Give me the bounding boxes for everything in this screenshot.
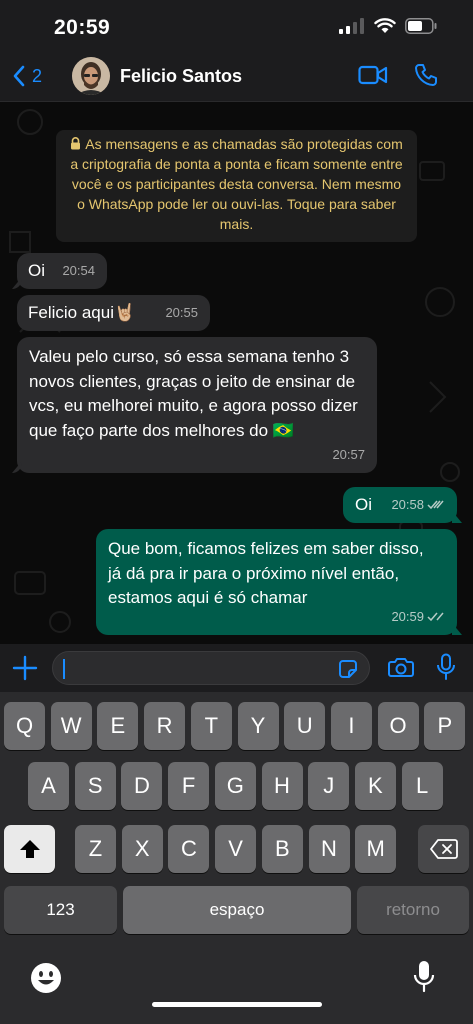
keyboard: QWERTYUIOP ASDFGHJKL ZXCVBNM 123 espaço …: [0, 692, 473, 1024]
emoji-icon: [31, 963, 61, 993]
space-key[interactable]: espaço: [123, 886, 351, 934]
key-r[interactable]: R: [144, 702, 186, 750]
avatar-photo-icon: [72, 57, 110, 95]
text-caret: [63, 659, 65, 679]
message-incoming[interactable]: Valeu pelo curso, só essa semana tenho 3…: [12, 337, 377, 473]
microphone-icon: [413, 961, 435, 993]
key-w[interactable]: W: [50, 702, 92, 750]
delete-key[interactable]: [418, 825, 469, 873]
attach-button[interactable]: [12, 655, 38, 686]
key-z[interactable]: Z: [75, 825, 116, 873]
key-p[interactable]: P: [424, 702, 466, 750]
camera-icon: [388, 658, 414, 677]
key-x[interactable]: X: [121, 825, 163, 873]
encryption-notice[interactable]: As mensagens e as chamadas são protegida…: [56, 130, 417, 242]
key-c[interactable]: C: [168, 825, 210, 873]
key-y[interactable]: Y: [237, 702, 279, 750]
key-k[interactable]: K: [354, 762, 396, 810]
back-button[interactable]: 2: [12, 64, 42, 88]
key-b[interactable]: B: [261, 825, 303, 873]
message-input-bar: [0, 644, 473, 692]
key-q[interactable]: Q: [4, 702, 45, 750]
message-input[interactable]: [52, 651, 370, 685]
key-v[interactable]: V: [215, 825, 257, 873]
key-i[interactable]: I: [330, 702, 372, 750]
key-h[interactable]: H: [261, 762, 303, 810]
message-outgoing[interactable]: Oi 20:58: [343, 487, 462, 523]
sticker-icon: [339, 660, 357, 678]
status-time: 20:59: [54, 16, 111, 39]
home-indicator: [152, 1002, 322, 1007]
double-check-icon: [427, 612, 444, 621]
chevron-left-icon: [13, 65, 25, 87]
message-time: 20:57: [332, 446, 365, 462]
message-time-with-status: 20:58: [391, 493, 445, 518]
plus-icon: [12, 655, 38, 681]
video-call-button[interactable]: [358, 64, 388, 91]
message-outgoing[interactable]: Que bom, ficamos felizes em saber disso,…: [96, 529, 462, 635]
voice-message-button[interactable]: [436, 653, 456, 686]
message-text: Oi: [355, 495, 372, 514]
message-text: Que bom, ficamos felizes em saber disso,…: [108, 539, 424, 607]
return-key[interactable]: retorno: [357, 886, 469, 934]
shift-arrow-icon: [19, 840, 40, 858]
video-camera-icon: [358, 65, 388, 85]
contact-name[interactable]: Felicio Santos: [120, 66, 242, 87]
avatar[interactable]: [72, 57, 110, 95]
message-time-with-status: 20:59: [391, 605, 445, 630]
key-g[interactable]: G: [214, 762, 256, 810]
message-text: Valeu pelo curso, só essa semana tenho 3…: [29, 347, 358, 440]
message-time: 20:59: [391, 608, 424, 624]
unread-count: 2: [32, 65, 43, 86]
phone-icon: [415, 64, 437, 86]
key-n[interactable]: N: [308, 825, 350, 873]
double-check-icon: [427, 500, 444, 509]
key-s[interactable]: S: [74, 762, 116, 810]
status-bar: 20:59: [0, 0, 473, 52]
wifi-icon: [374, 18, 396, 33]
chat-header: 2 Felicio Santos: [0, 52, 473, 102]
battery-icon: [405, 18, 437, 34]
key-d[interactable]: D: [121, 762, 163, 810]
key-f[interactable]: F: [168, 762, 210, 810]
key-m[interactable]: M: [355, 825, 397, 873]
sticker-button[interactable]: [337, 658, 359, 685]
message-incoming[interactable]: Oi 20:54: [12, 253, 107, 289]
voice-call-button[interactable]: [414, 63, 438, 92]
message-text: Felicio aqui🤘🏼: [28, 303, 136, 322]
encryption-notice-text: As mensagens e as chamadas são protegida…: [70, 136, 403, 232]
key-e[interactable]: E: [97, 702, 139, 750]
message-time: 20:55: [165, 304, 198, 320]
message-incoming[interactable]: Felicio aqui🤘🏼 20:55: [17, 295, 210, 331]
key-u[interactable]: U: [284, 702, 326, 750]
numbers-key[interactable]: 123: [4, 886, 117, 934]
backspace-icon: [429, 839, 458, 859]
microphone-icon: [437, 653, 455, 680]
shift-key[interactable]: [4, 825, 55, 873]
emoji-key[interactable]: [30, 962, 62, 999]
message-text: Oi: [28, 261, 45, 280]
chat-area[interactable]: As mensagens e as chamadas são protegida…: [0, 102, 473, 644]
status-icons: [339, 18, 437, 34]
key-a[interactable]: A: [28, 762, 69, 810]
signal-icon: [339, 18, 364, 34]
lock-icon: [71, 137, 81, 150]
key-t[interactable]: T: [190, 702, 232, 750]
message-time: 20:54: [62, 262, 95, 278]
key-l[interactable]: L: [401, 762, 443, 810]
dictation-key[interactable]: [413, 960, 435, 999]
message-time: 20:58: [391, 496, 424, 512]
key-o[interactable]: O: [377, 702, 419, 750]
key-j[interactable]: J: [308, 762, 350, 810]
camera-button[interactable]: [388, 656, 414, 683]
